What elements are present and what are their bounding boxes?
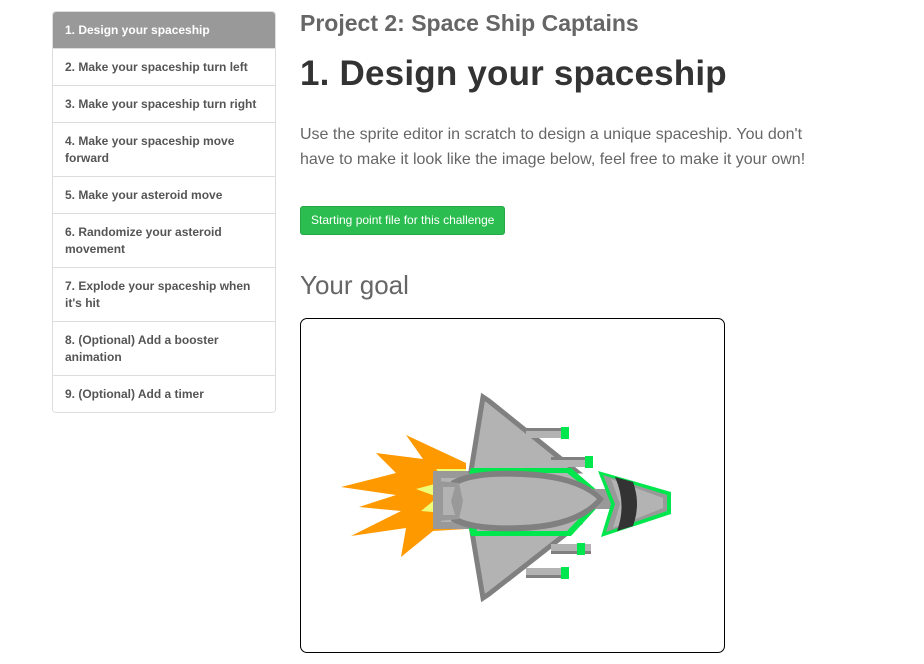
gun-tip (561, 427, 569, 439)
goal-heading: Your goal (300, 270, 409, 300)
sidebar-item-randomize-asteroid[interactable]: 6. Randomize your asteroid movement (53, 213, 275, 267)
project-title: Project 2: Space Ship Captains (300, 10, 639, 36)
page: 1. Design your spaceship 2. Make your sp… (0, 0, 924, 664)
lower-wing (468, 523, 584, 603)
steps-sidebar: 1. Design your spaceship 2. Make your sp… (52, 11, 276, 413)
sidebar-item-booster-animation[interactable]: 8. (Optional) Add a booster animation (53, 321, 275, 375)
spaceship-illustration (341, 392, 671, 603)
sidebar-item-move-forward[interactable]: 4. Make your spaceship move forward (53, 122, 275, 176)
goal-image (300, 318, 725, 653)
gun-tip (585, 456, 593, 468)
sidebar-item-asteroid-move[interactable]: 5. Make your asteroid move (53, 176, 275, 213)
gun-tip (577, 543, 585, 555)
sidebar-item-design-spaceship[interactable]: 1. Design your spaceship (53, 12, 275, 48)
step-title: 1. Design your spaceship (300, 54, 727, 93)
sidebar-item-turn-left[interactable]: 2. Make your spaceship turn left (53, 48, 275, 85)
step-description: Use the sprite editor in scratch to desi… (300, 126, 806, 168)
starting-point-file-button[interactable]: Starting point file for this challenge (300, 206, 506, 235)
gun-tip (561, 567, 569, 579)
sidebar-item-turn-right[interactable]: 3. Make your spaceship turn right (53, 85, 275, 122)
sidebar-item-add-timer[interactable]: 9. (Optional) Add a timer (53, 375, 275, 412)
sidebar-item-explode-spaceship[interactable]: 7. Explode your spaceship when it's hit (53, 267, 275, 321)
